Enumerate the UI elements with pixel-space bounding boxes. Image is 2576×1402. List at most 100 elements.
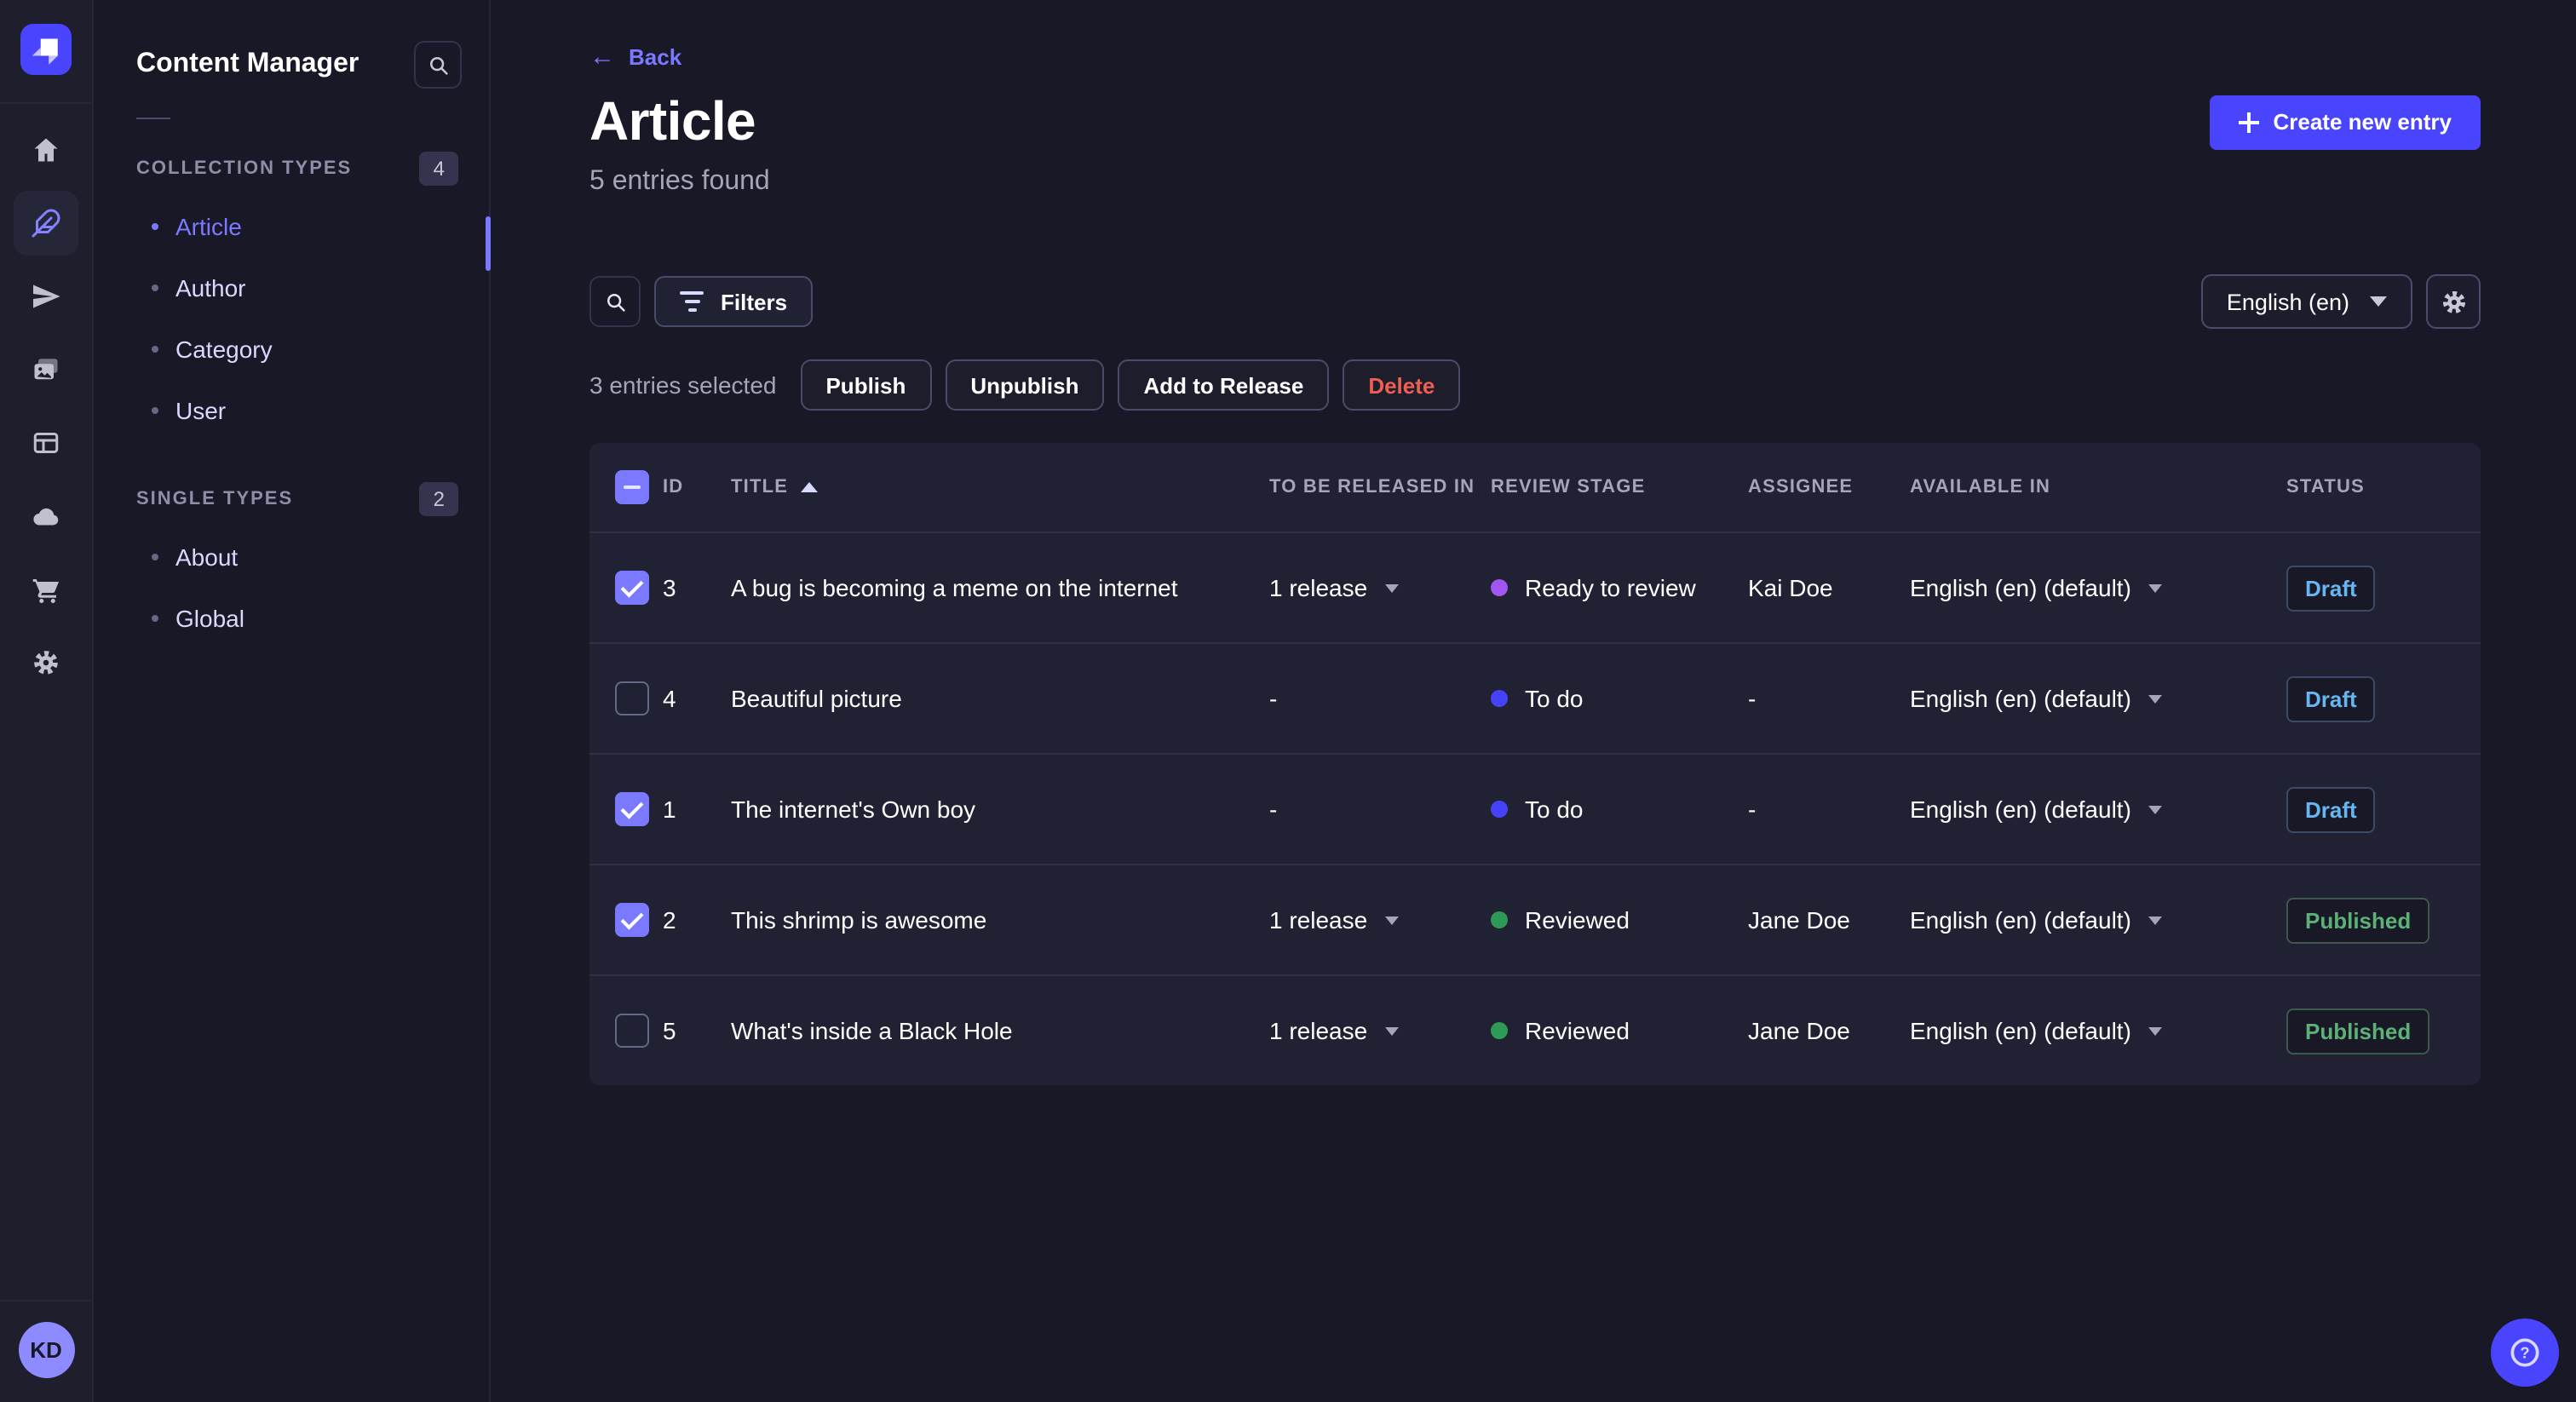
- toolbar: Filters English (en): [589, 274, 2481, 329]
- section-label: COLLECTION TYPES: [136, 158, 353, 179]
- sidebar-item-article[interactable]: Article: [95, 196, 489, 257]
- publish-button[interactable]: Publish: [800, 359, 932, 411]
- row-locale-dropdown[interactable]: English (en) (default): [1910, 906, 2286, 934]
- table-row: 2 This shrimp is awesome 1 release Revie…: [589, 864, 2481, 974]
- status-badge: Published: [2286, 897, 2430, 943]
- row-locale-dropdown[interactable]: English (en) (default): [1910, 685, 2286, 712]
- rail-items: [14, 104, 78, 695]
- entries-table: ID TITLE TO BE RELEASED IN REVIEW STAGE …: [589, 443, 2481, 1085]
- table-body: 3 A bug is becoming a meme on the intern…: [589, 531, 2481, 1085]
- sidebar-item-user[interactable]: User: [95, 380, 489, 441]
- section-count-badge: 4: [419, 152, 458, 186]
- row-locale-dropdown[interactable]: English (en) (default): [1910, 1017, 2286, 1044]
- chevron-down-icon: [2370, 296, 2387, 307]
- row-id: 1: [663, 796, 676, 823]
- app-root: KD Content Manager COLLECTION TYPES 4 Ar…: [0, 0, 2576, 1402]
- bullet-icon: [152, 615, 158, 622]
- row-assignee: Jane Doe: [1748, 1017, 1850, 1044]
- table-header-row: ID TITLE TO BE RELEASED IN REVIEW STAGE …: [589, 443, 2481, 531]
- chevron-down-icon: [2148, 916, 2162, 924]
- content-type-builder-icon[interactable]: [14, 411, 78, 475]
- row-release-dropdown[interactable]: 1 release: [1269, 1017, 1491, 1044]
- unpublish-button[interactable]: Unpublish: [945, 359, 1105, 411]
- column-header-status: STATUS: [2286, 477, 2365, 497]
- settings-gear-icon[interactable]: [14, 630, 78, 695]
- create-new-entry-button[interactable]: Create new entry: [2210, 95, 2481, 149]
- search-button[interactable]: [589, 276, 641, 327]
- single-types-section: SINGLE TYPES 2 About Global: [95, 482, 489, 649]
- selection-bar: 3 entries selected Publish Unpublish Add…: [589, 359, 2481, 411]
- locale-select[interactable]: English (en): [2200, 274, 2412, 329]
- row-title: This shrimp is awesome: [731, 906, 987, 934]
- svg-text:?: ?: [2520, 1344, 2529, 1362]
- media-library-icon[interactable]: [14, 337, 78, 402]
- search-icon: [429, 56, 447, 74]
- section-count-badge: 2: [419, 482, 458, 516]
- select-all-checkbox[interactable]: [615, 470, 649, 504]
- chevron-down-icon: [2148, 694, 2162, 703]
- bullet-icon: [152, 284, 158, 291]
- row-title: What's inside a Black Hole: [731, 1017, 1013, 1044]
- chevron-down-icon: [2148, 1026, 2162, 1035]
- column-header-assignee: ASSIGNEE: [1748, 477, 1854, 497]
- row-id: 5: [663, 1017, 676, 1044]
- help-button[interactable]: ?: [2491, 1319, 2559, 1387]
- row-assignee: Jane Doe: [1748, 906, 1850, 934]
- status-badge: Draft: [2286, 675, 2376, 721]
- table-row: 3 A bug is becoming a meme on the intern…: [589, 531, 2481, 642]
- column-header-id[interactable]: ID: [663, 477, 731, 497]
- row-review-stage: Reviewed: [1491, 1017, 1748, 1044]
- chevron-down-icon: [2148, 805, 2162, 813]
- row-checkbox[interactable]: [615, 681, 649, 715]
- column-header-title[interactable]: TITLE: [731, 477, 1269, 497]
- row-id: 3: [663, 574, 676, 601]
- row-release-dropdown[interactable]: -: [1269, 796, 1491, 823]
- row-release-dropdown[interactable]: 1 release: [1269, 906, 1491, 934]
- row-checkbox[interactable]: [615, 792, 649, 826]
- rail-separator: [0, 1300, 92, 1301]
- row-review-stage: To do: [1491, 685, 1748, 712]
- delete-button[interactable]: Delete: [1343, 359, 1461, 411]
- row-assignee: -: [1748, 796, 1757, 823]
- table-row: 5 What's inside a Black Hole 1 release R…: [589, 974, 2481, 1085]
- row-review-stage: Reviewed: [1491, 906, 1748, 934]
- stage-dot-icon: [1491, 911, 1508, 928]
- row-release-dropdown[interactable]: -: [1269, 685, 1491, 712]
- add-to-release-button[interactable]: Add to Release: [1118, 359, 1330, 411]
- row-checkbox[interactable]: [615, 1014, 649, 1048]
- sidebar-item-global[interactable]: Global: [95, 588, 489, 649]
- avatar[interactable]: KD: [18, 1322, 74, 1378]
- chevron-down-icon: [1384, 1026, 1399, 1035]
- row-title: A bug is becoming a meme on the internet: [731, 574, 1178, 601]
- sort-asc-icon: [800, 482, 818, 492]
- back-arrow-icon: ←: [589, 43, 615, 72]
- home-icon[interactable]: [14, 118, 78, 182]
- row-assignee: Kai Doe: [1748, 574, 1833, 601]
- rail-bottom: KD: [0, 1300, 92, 1402]
- sidebar-item-about[interactable]: About: [95, 526, 489, 588]
- subnav-title: Content Manager: [136, 49, 359, 78]
- row-review-stage: Ready to review: [1491, 574, 1748, 601]
- content-manager-feather-icon[interactable]: [14, 191, 78, 256]
- filters-button[interactable]: Filters: [654, 276, 814, 327]
- row-id: 4: [663, 685, 676, 712]
- subnav-divider: [136, 118, 170, 119]
- selection-count: 3 entries selected: [589, 371, 777, 399]
- releases-paper-plane-icon[interactable]: [14, 264, 78, 329]
- row-checkbox[interactable]: [615, 571, 649, 605]
- deploy-cloud-icon[interactable]: [14, 484, 78, 549]
- row-title: The internet's Own boy: [731, 796, 976, 823]
- row-locale-dropdown[interactable]: English (en) (default): [1910, 574, 2286, 601]
- bullet-icon: [152, 554, 158, 560]
- subnav-search-button[interactable]: [414, 41, 462, 89]
- sidebar-item-category[interactable]: Category: [95, 319, 489, 380]
- back-link[interactable]: ← Back: [589, 44, 681, 70]
- row-locale-dropdown[interactable]: English (en) (default): [1910, 796, 2286, 823]
- strapi-logo-icon[interactable]: [20, 24, 72, 75]
- row-release-dropdown[interactable]: 1 release: [1269, 574, 1491, 601]
- view-settings-button[interactable]: [2426, 274, 2481, 329]
- sidebar-item-author[interactable]: Author: [95, 257, 489, 319]
- marketplace-cart-icon[interactable]: [14, 557, 78, 622]
- row-checkbox[interactable]: [615, 903, 649, 937]
- chevron-down-icon: [2148, 583, 2162, 592]
